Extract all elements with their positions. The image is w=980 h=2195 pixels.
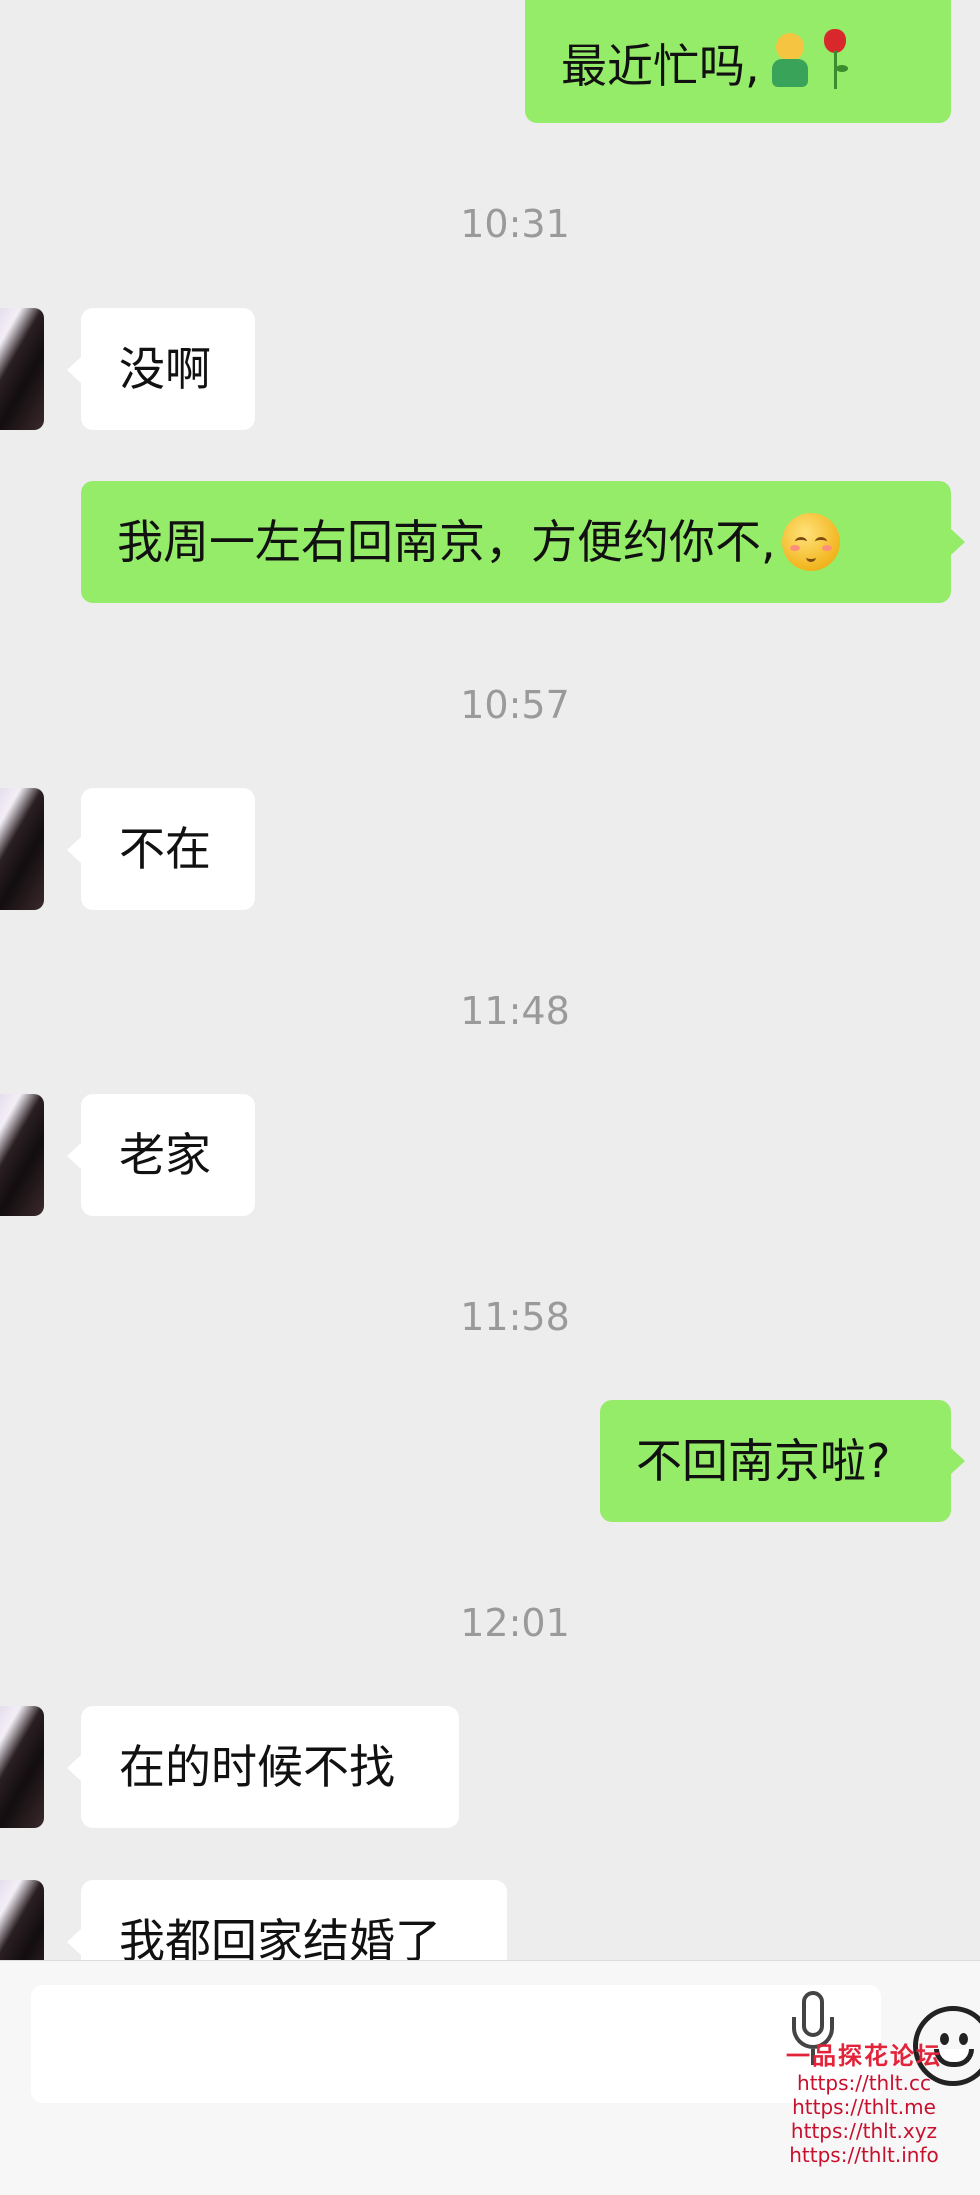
watermark-title: 一品探花论坛 — [786, 2041, 942, 2070]
bubble-tail — [951, 1448, 965, 1474]
message-bubble-outgoing[interactable]: 我周一左右回南京，方便约你不, — [81, 481, 951, 603]
forum-watermark: 一品探花论坛 https://thlt.cc https://thlt.me h… — [748, 2036, 980, 2167]
message-text: 在的时候不找 — [119, 1740, 395, 1794]
watermark-url: https://thlt.xyz — [790, 2119, 938, 2143]
chat-message-list[interactable]: 最近忙吗, 10:31 没啊 我周一左右回南京，方便约你不, 10:57 不在 … — [0, 0, 980, 1960]
blushing-emoji — [781, 513, 840, 571]
message-bubble-outgoing[interactable]: 最近忙吗, — [525, 0, 951, 123]
timestamp: 10:57 — [460, 683, 570, 727]
person-emoji — [768, 33, 812, 89]
message-bubble-incoming[interactable]: 我都回家结婚了 — [81, 1880, 507, 1960]
bubble-tail — [67, 1755, 81, 1781]
message-bubble-incoming[interactable]: 没啊 — [81, 308, 255, 430]
bubble-tail — [67, 1929, 81, 1955]
timestamp: 11:48 — [460, 989, 570, 1033]
message-bubble-incoming[interactable]: 在的时候不找 — [81, 1706, 459, 1828]
watermark-url: https://thlt.me — [792, 2095, 936, 2119]
message-text: 没啊 — [119, 342, 211, 396]
timestamp: 12:01 — [460, 1601, 570, 1645]
message-text: 我都回家结婚了 — [119, 1914, 441, 1960]
timestamp: 10:31 — [460, 202, 570, 246]
message-text: 老家 — [119, 1128, 211, 1182]
bubble-tail — [951, 529, 965, 555]
message-text: 最近忙吗, — [561, 39, 760, 93]
contact-avatar[interactable] — [0, 1880, 44, 1960]
contact-avatar[interactable] — [0, 788, 44, 910]
contact-avatar[interactable] — [0, 1706, 44, 1828]
message-text: 不回南京啦? — [636, 1434, 891, 1488]
contact-avatar[interactable] — [0, 308, 44, 430]
message-text: 不在 — [119, 822, 211, 876]
watermark-url: https://thlt.info — [789, 2143, 939, 2167]
message-bubble-outgoing[interactable]: 不回南京啦? — [600, 1400, 951, 1522]
message-bubble-incoming[interactable]: 不在 — [81, 788, 255, 910]
bubble-tail — [67, 837, 81, 863]
message-text: 我周一左右回南京，方便约你不, — [117, 515, 776, 569]
message-bubble-incoming[interactable]: 老家 — [81, 1094, 255, 1216]
bubble-tail — [67, 357, 81, 383]
contact-avatar[interactable] — [0, 1094, 44, 1216]
watermark-url: https://thlt.cc — [797, 2071, 931, 2095]
timestamp: 11:58 — [460, 1295, 570, 1339]
rose-emoji — [818, 29, 852, 89]
bubble-tail — [67, 1143, 81, 1169]
